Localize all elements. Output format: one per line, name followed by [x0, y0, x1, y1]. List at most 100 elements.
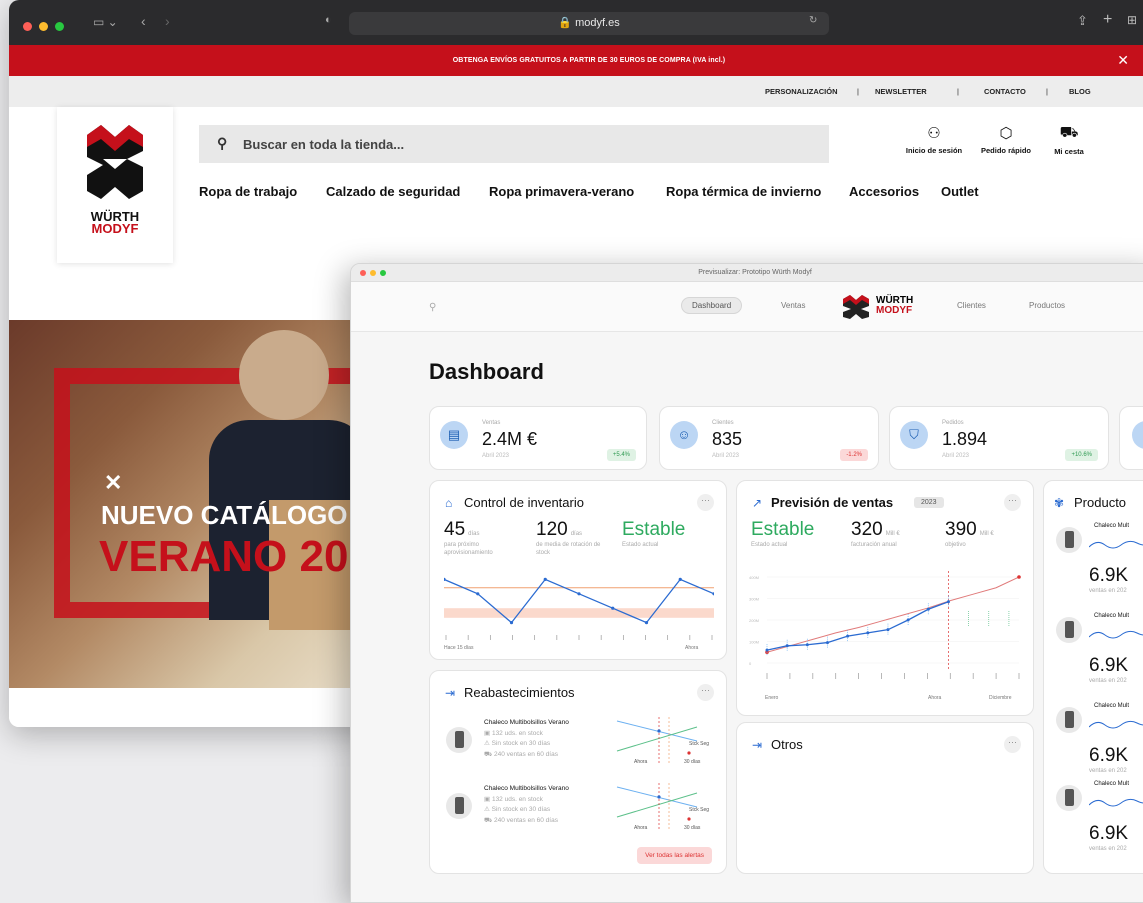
- product-caption: ventas en 202: [1089, 588, 1127, 594]
- back-icon[interactable]: ‹: [141, 13, 146, 29]
- card-title: Previsión de ventas: [771, 495, 894, 510]
- cat-outlet[interactable]: Outlet: [941, 184, 979, 199]
- inventory-point: [678, 577, 682, 581]
- more-options-button[interactable]: ···: [697, 684, 714, 701]
- warning-line: ⚠ Sin stock en 30 días: [484, 806, 551, 813]
- new-tab-icon[interactable]: +: [1103, 11, 1112, 29]
- actual-point: [886, 628, 890, 632]
- site-logo[interactable]: WÜRTH MODYF: [57, 107, 173, 263]
- close-window-button[interactable]: [360, 270, 366, 276]
- arrow-in-icon: ⇥: [445, 686, 456, 700]
- x-axis-label: Diciembre: [989, 695, 1012, 701]
- metric-unit: días: [570, 531, 583, 537]
- sparkline: [1089, 630, 1143, 639]
- metric-caption: para próximo aprovisionamiento: [444, 542, 493, 556]
- top-nav-personalizacion[interactable]: PERSONALIZACIÓN: [765, 76, 838, 107]
- maximize-window-button[interactable]: [380, 270, 386, 276]
- actual-line: [766, 601, 949, 651]
- reload-icon[interactable]: ↻: [809, 15, 817, 26]
- cat-calzado[interactable]: Calzado de seguridad: [326, 184, 460, 199]
- minimize-window-button[interactable]: [370, 270, 376, 276]
- metric-caption: facturación anual: [851, 542, 897, 548]
- hero-line1: NUEVO CATÁLOGO: [101, 500, 348, 530]
- x-axis-end: Ahora: [685, 645, 699, 651]
- product-caption: ventas en 202: [1089, 768, 1127, 774]
- y-tick-label: 300M: [749, 597, 759, 602]
- sales-text: 240 ventas en 60 días: [493, 751, 558, 758]
- restock-item[interactable]: Chaleco Multibolsillos Verano ▣ 132 uds.…: [442, 783, 712, 849]
- restock-item[interactable]: Chaleco Multibolsillos Verano ▣ 132 uds.…: [442, 717, 712, 783]
- top-nav-contacto[interactable]: CONTACTO: [984, 76, 1026, 107]
- y-tick-label: 100M: [749, 640, 759, 645]
- cat-termica[interactable]: Ropa térmica de invierno: [666, 184, 821, 199]
- shield-icon[interactable]: ◐: [325, 14, 332, 26]
- metric-revenue: 320 Mill € facturación anual: [851, 519, 900, 550]
- inventory-point: [543, 577, 547, 581]
- kpi-card-clientes[interactable]: ☺ Clientes 835 Abril 2023 -1.2%: [659, 406, 879, 470]
- forecast-line: [766, 576, 1020, 653]
- product-item[interactable]: Chaleco Mult 6.9K ventas en 202: [1056, 781, 1143, 902]
- product-value: 6.9K: [1089, 745, 1129, 766]
- hero-line2: VERANO 20: [99, 532, 349, 581]
- top-nav-separator: |: [957, 87, 959, 96]
- kpi-card-partial[interactable]: ▪: [1119, 406, 1143, 470]
- cart-icon: ⛟: [1059, 124, 1079, 141]
- metric-status: Estable Estado actual: [622, 519, 685, 550]
- logo-wordmark: WÜRTH MODYF: [57, 210, 173, 235]
- metric-caption: Estado actual: [622, 542, 659, 548]
- chart-label: 30 días: [684, 759, 701, 765]
- kpi-card-pedidos[interactable]: ⛉ Pedidos 1.894 Abril 2023 +10.6%: [889, 406, 1109, 470]
- kpi-period: Abril 2023: [482, 453, 510, 459]
- kpi-label: Clientes: [712, 420, 734, 426]
- cart-button[interactable]: ⛟ Mi cesta: [1034, 124, 1104, 156]
- inventory-point: [644, 621, 649, 625]
- quick-order-button[interactable]: ⬡ Pedido rápido: [971, 124, 1041, 155]
- promo-close-icon[interactable]: ✕: [1117, 45, 1129, 76]
- top-nav-blog[interactable]: BLOG: [1069, 76, 1091, 107]
- search-input[interactable]: Buscar en toda la tienda...: [243, 137, 404, 152]
- stock-line: ▣ 132 uds. en stock: [484, 730, 543, 737]
- top-nav: PERSONALIZACIÓN | NEWSLETTER | CONTACTO …: [9, 76, 1143, 107]
- kpi-card-ventas[interactable]: ▤ Ventas 2.4M € Abril 2023 +5.4%: [429, 406, 647, 470]
- more-options-button[interactable]: ···: [1004, 736, 1021, 753]
- hero-banner[interactable]: ✕ NUEVO CATÁLOGO VERANO 20: [9, 320, 354, 688]
- tab-clientes[interactable]: Clientes: [957, 301, 986, 310]
- minimize-window-button[interactable]: [39, 22, 48, 31]
- cat-primavera-verano[interactable]: Ropa primavera-verano: [489, 184, 634, 199]
- sales-text: 240 ventas en 60 días: [493, 817, 558, 824]
- metric-caption: de media de rotación de stock: [536, 542, 601, 556]
- search-bar[interactable]: ⚲ Buscar en toda la tienda...: [199, 125, 829, 163]
- view-all-alerts-button[interactable]: Ver todas las alertas: [637, 847, 712, 864]
- cat-ropa-trabajo[interactable]: Ropa de trabajo: [199, 184, 297, 199]
- promo-banner: OBTENGA ENVÍOS GRATUITOS A PARTIR DE 30 …: [9, 45, 1143, 76]
- sparkline: [1089, 540, 1143, 549]
- tab-ventas[interactable]: Ventas: [781, 301, 805, 310]
- more-options-button[interactable]: ···: [697, 494, 714, 511]
- maximize-window-button[interactable]: [55, 22, 64, 31]
- card-title: Control de inventario: [464, 495, 584, 510]
- metric-unit: Mill €: [979, 531, 994, 537]
- sales-line: ⛟ 240 ventas en 60 días: [484, 817, 558, 824]
- metric-days: 45 días para próximo aprovisionamiento: [444, 519, 522, 557]
- login-button[interactable]: ⚇ Inicio de sesión: [899, 124, 969, 155]
- search-icon[interactable]: ⚲: [429, 302, 436, 313]
- share-icon[interactable]: ⇪: [1077, 13, 1088, 29]
- close-window-button[interactable]: [23, 22, 32, 31]
- bag-icon: ⛉: [900, 421, 928, 449]
- tab-productos[interactable]: Productos: [1029, 301, 1065, 310]
- address-bar[interactable]: 🔒 modyf.es: [349, 12, 829, 35]
- forward-icon[interactable]: ›: [165, 13, 170, 29]
- cat-accesorios[interactable]: Accesorios: [849, 184, 919, 199]
- tab-dashboard[interactable]: Dashboard: [681, 297, 743, 314]
- metric-unit: días: [468, 531, 480, 537]
- otros-card: ⇥ Otros ···: [736, 722, 1034, 874]
- year-selector[interactable]: 2023: [914, 497, 944, 508]
- metric-value: Estable: [751, 519, 815, 540]
- top-nav-separator: |: [1046, 87, 1048, 96]
- inventory-chart: [444, 577, 714, 640]
- tabs-overview-icon[interactable]: ⊞: [1127, 13, 1137, 27]
- metric-caption: Estado actual: [751, 542, 788, 548]
- sidebar-icon[interactable]: ▭ ⌄: [93, 15, 118, 29]
- more-options-button[interactable]: ···: [1004, 494, 1021, 511]
- top-nav-newsletter[interactable]: NEWSLETTER: [875, 76, 927, 107]
